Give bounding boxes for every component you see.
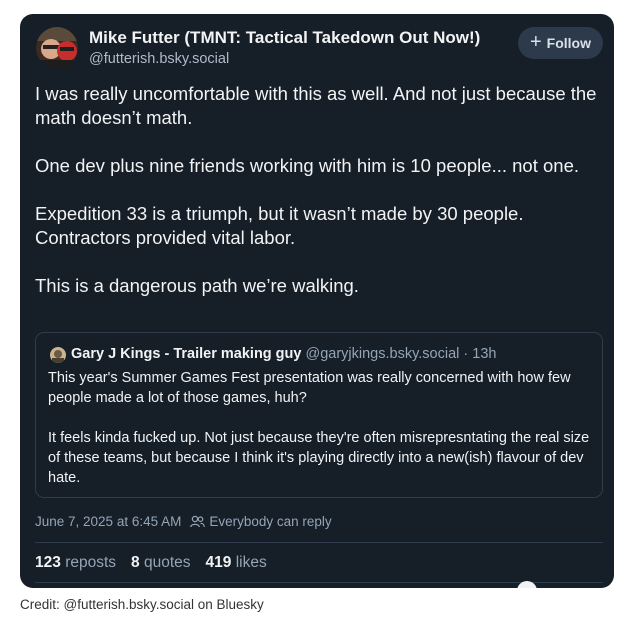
- quoted-paragraph: This year's Summer Games Fest presentati…: [48, 370, 571, 406]
- reposts-stat[interactable]: 123 reposts: [35, 554, 116, 572]
- post-paragraph: This is a dangerous path we’re walking.: [35, 275, 359, 296]
- likes-count: 419: [205, 554, 232, 571]
- quoted-paragraph: It feels kinda fucked up. Not just becau…: [48, 430, 590, 486]
- quotes-stat[interactable]: 8 quotes: [131, 554, 190, 572]
- quoted-author-handle: @garyjkings.bsky.social: [305, 346, 460, 362]
- post-timestamp: June 7, 2025 at 6:45 AM: [35, 514, 182, 529]
- likes-label: likes: [235, 554, 267, 571]
- quoted-header: Gary J Kings - Trailer making guy @garyj…: [71, 346, 496, 362]
- quoted-author-name[interactable]: Gary J Kings - Trailer making guy: [71, 346, 301, 362]
- reply-setting-label: Everybody can reply: [209, 514, 332, 529]
- post-text: I was really uncomfortable with this as …: [35, 82, 605, 322]
- quoted-text: This year's Summer Games Fest presentati…: [48, 368, 593, 508]
- author-handle[interactable]: @futterish.bsky.social: [89, 51, 229, 67]
- plus-icon: +: [529, 31, 542, 53]
- quoted-author-avatar: [50, 347, 66, 363]
- quoted-post[interactable]: Gary J Kings - Trailer making guy @garyj…: [35, 332, 603, 498]
- post-paragraph: One dev plus nine friends working with h…: [35, 155, 580, 176]
- reposts-label: reposts: [65, 554, 117, 571]
- image-credit: Credit: @futterish.bsky.social on Bluesk…: [20, 597, 264, 612]
- follow-button[interactable]: + Follow: [518, 27, 603, 59]
- post-paragraph: Expedition 33 is a triumph, but it wasn’…: [35, 203, 524, 248]
- divider: [35, 582, 603, 583]
- quotes-label: quotes: [143, 554, 191, 571]
- quoted-time: · 13h: [463, 346, 497, 362]
- user-avatar-icon: [36, 27, 78, 69]
- follow-label: Follow: [546, 35, 591, 51]
- author-name[interactable]: Mike Futter (TMNT: Tactical Takedown Out…: [89, 28, 480, 48]
- post-paragraph: I was really uncomfortable with this as …: [35, 83, 597, 128]
- author-avatar[interactable]: [36, 27, 78, 69]
- post-stats: 123 reposts 8 quotes 419 likes: [35, 554, 267, 572]
- quotes-count: 8: [131, 554, 140, 571]
- post-meta: June 7, 2025 at 6:45 AM Everybody can re…: [35, 514, 332, 529]
- reposts-count: 123: [35, 554, 61, 571]
- divider: [35, 542, 603, 543]
- reply-setting: Everybody can reply: [190, 514, 332, 529]
- user-avatar-icon: [50, 347, 66, 363]
- people-icon: [190, 515, 206, 528]
- post-card: Mike Futter (TMNT: Tactical Takedown Out…: [20, 14, 614, 588]
- likes-stat[interactable]: 419 likes: [206, 554, 267, 572]
